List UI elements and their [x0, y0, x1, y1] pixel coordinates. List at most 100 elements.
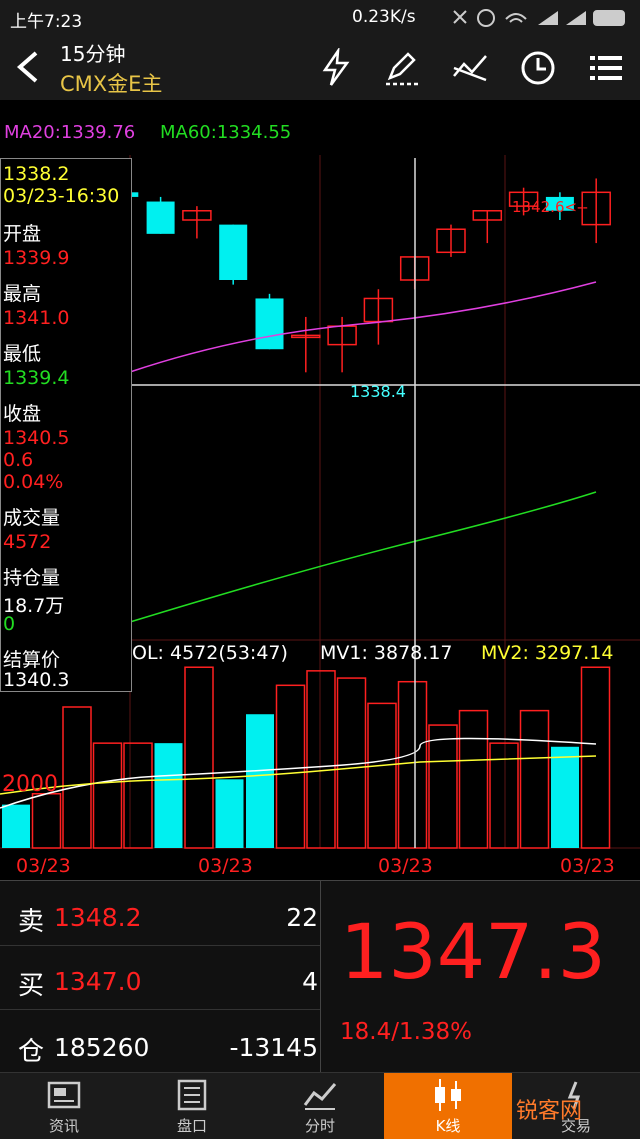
volume-bar	[123, 742, 153, 849]
mv1-value: MV1: 3878.17	[320, 642, 453, 664]
clock-icon[interactable]	[518, 48, 558, 88]
settle-label: 结算价	[3, 649, 61, 671]
volume-bar	[154, 743, 183, 848]
open-value: 1339.9	[3, 247, 70, 269]
nav-label: K线	[435, 1117, 461, 1135]
volume-bar	[367, 702, 397, 849]
battery-icon	[593, 10, 625, 26]
network-speed: 0.23K/s	[352, 7, 416, 27]
volume-bar	[62, 706, 92, 849]
info-price: 1338.2	[3, 163, 70, 185]
volume-bar	[184, 666, 214, 849]
crosshair-price: 1338.4	[350, 382, 406, 401]
volume-label: 成交量	[3, 507, 61, 529]
bottom-nav: 资讯 盘口 分时 K线 交易 锐客网	[0, 1072, 640, 1139]
alarm-icon	[477, 9, 495, 27]
oi-quote-label: 仓	[18, 1037, 45, 1067]
volume-bar	[246, 714, 274, 848]
volume-bar	[215, 779, 244, 848]
last-price: 1347.3	[340, 907, 606, 996]
volume-bar	[580, 666, 611, 849]
period-label: 15分钟	[60, 42, 126, 66]
crosshair	[130, 158, 640, 848]
sell-label: 卖	[18, 907, 45, 937]
news-icon	[47, 1081, 81, 1109]
oi-quote-change: -13145	[229, 1033, 318, 1062]
sell-price[interactable]: 1348.2	[54, 903, 141, 932]
nav-kline[interactable]: K线	[384, 1073, 512, 1139]
volume-bar	[551, 746, 579, 848]
volume-bar	[458, 709, 489, 849]
volume-info-value: 4572	[3, 531, 52, 553]
indicator-icon[interactable]	[450, 48, 490, 88]
status-bar: 上午7:23 0.23K/s	[0, 0, 640, 34]
nav-orderbook[interactable]: 盘口	[128, 1073, 256, 1139]
sell-qty: 22	[286, 903, 318, 932]
candle-body	[146, 201, 175, 234]
candle-body	[219, 224, 248, 280]
settle-value: 1340.3	[3, 669, 70, 691]
signal2-icon	[566, 11, 586, 25]
low-value: 1339.4	[3, 367, 70, 389]
watermark-text: 锐客网	[516, 1099, 583, 1124]
high-marker: 1342.6<--	[512, 198, 588, 216]
high-label: 最高	[3, 283, 42, 305]
nav-label: 分时	[304, 1117, 335, 1135]
volume-bars-layer	[0, 666, 611, 849]
volume-value: OL: 4572(53:47)	[132, 642, 288, 664]
volume-bar	[306, 670, 336, 849]
oi-label: 持仓量	[3, 567, 61, 589]
close-value: 1340.5	[3, 427, 70, 449]
status-time: 上午7:23	[10, 12, 83, 32]
mv2-line	[0, 755, 597, 795]
nav-timeshare[interactable]: 分时	[256, 1073, 384, 1139]
oi-change: 0	[3, 613, 16, 635]
volume-bar	[92, 742, 123, 849]
nav-label: 盘口	[176, 1117, 207, 1135]
volume-bar	[275, 684, 306, 849]
volume-bar	[397, 680, 428, 849]
ma20-line	[129, 281, 597, 373]
buy-price[interactable]: 1347.0	[54, 967, 141, 996]
status-icons	[453, 9, 625, 27]
change-value: 0.6	[3, 449, 34, 471]
ma60-line	[129, 491, 597, 623]
date-label: 03/23	[16, 855, 71, 877]
orderbook-icon	[177, 1079, 207, 1111]
close-label: 收盘	[3, 403, 42, 425]
ma-lines-layer	[129, 281, 597, 623]
signal-icon	[538, 11, 558, 25]
volume-axis-label: 2000	[2, 772, 58, 797]
lightning-icon[interactable]	[316, 48, 356, 88]
header-bar: 15分钟 CMX金E主	[0, 34, 640, 100]
date-label: 03/23	[198, 855, 253, 877]
candle-body	[255, 298, 284, 350]
crosshair-info-panel: 1338.2 03/23-16:30 开盘 1339.9 最高 1341.0 最…	[0, 158, 132, 692]
volume-bar	[31, 793, 62, 849]
date-label: 03/23	[560, 855, 615, 877]
price-change: 18.4/1.38%	[340, 1019, 473, 1045]
volume-bar	[519, 709, 550, 849]
nav-label: 资讯	[48, 1117, 79, 1135]
menu-list-icon[interactable]	[586, 48, 626, 88]
symbol-label[interactable]: CMX金E主	[60, 68, 162, 98]
mv2-value: MV2: 3297.14	[481, 642, 614, 664]
mute-icon	[453, 10, 467, 24]
info-time: 03/23-16:30	[3, 185, 120, 207]
date-label: 03/23	[378, 855, 433, 877]
buy-label: 买	[18, 971, 45, 1001]
volume-bar	[428, 724, 458, 849]
trend-icon	[303, 1083, 337, 1110]
back-icon[interactable]	[14, 50, 42, 84]
quote-panel: 卖 1348.2 22 买 1347.0 4 仓 185260 -13145 1…	[0, 880, 640, 1073]
oi-quote-value: 185260	[54, 1033, 150, 1062]
candlestick-icon	[435, 1079, 461, 1111]
high-value: 1341.0	[3, 307, 70, 329]
volume-bar	[2, 804, 30, 848]
wifi-icon	[505, 13, 527, 23]
change-pct: 0.04%	[3, 471, 64, 493]
draw-pen-icon[interactable]	[382, 48, 422, 88]
nav-news[interactable]: 资讯	[0, 1073, 128, 1139]
buy-qty: 4	[302, 967, 318, 996]
open-label: 开盘	[3, 223, 42, 245]
